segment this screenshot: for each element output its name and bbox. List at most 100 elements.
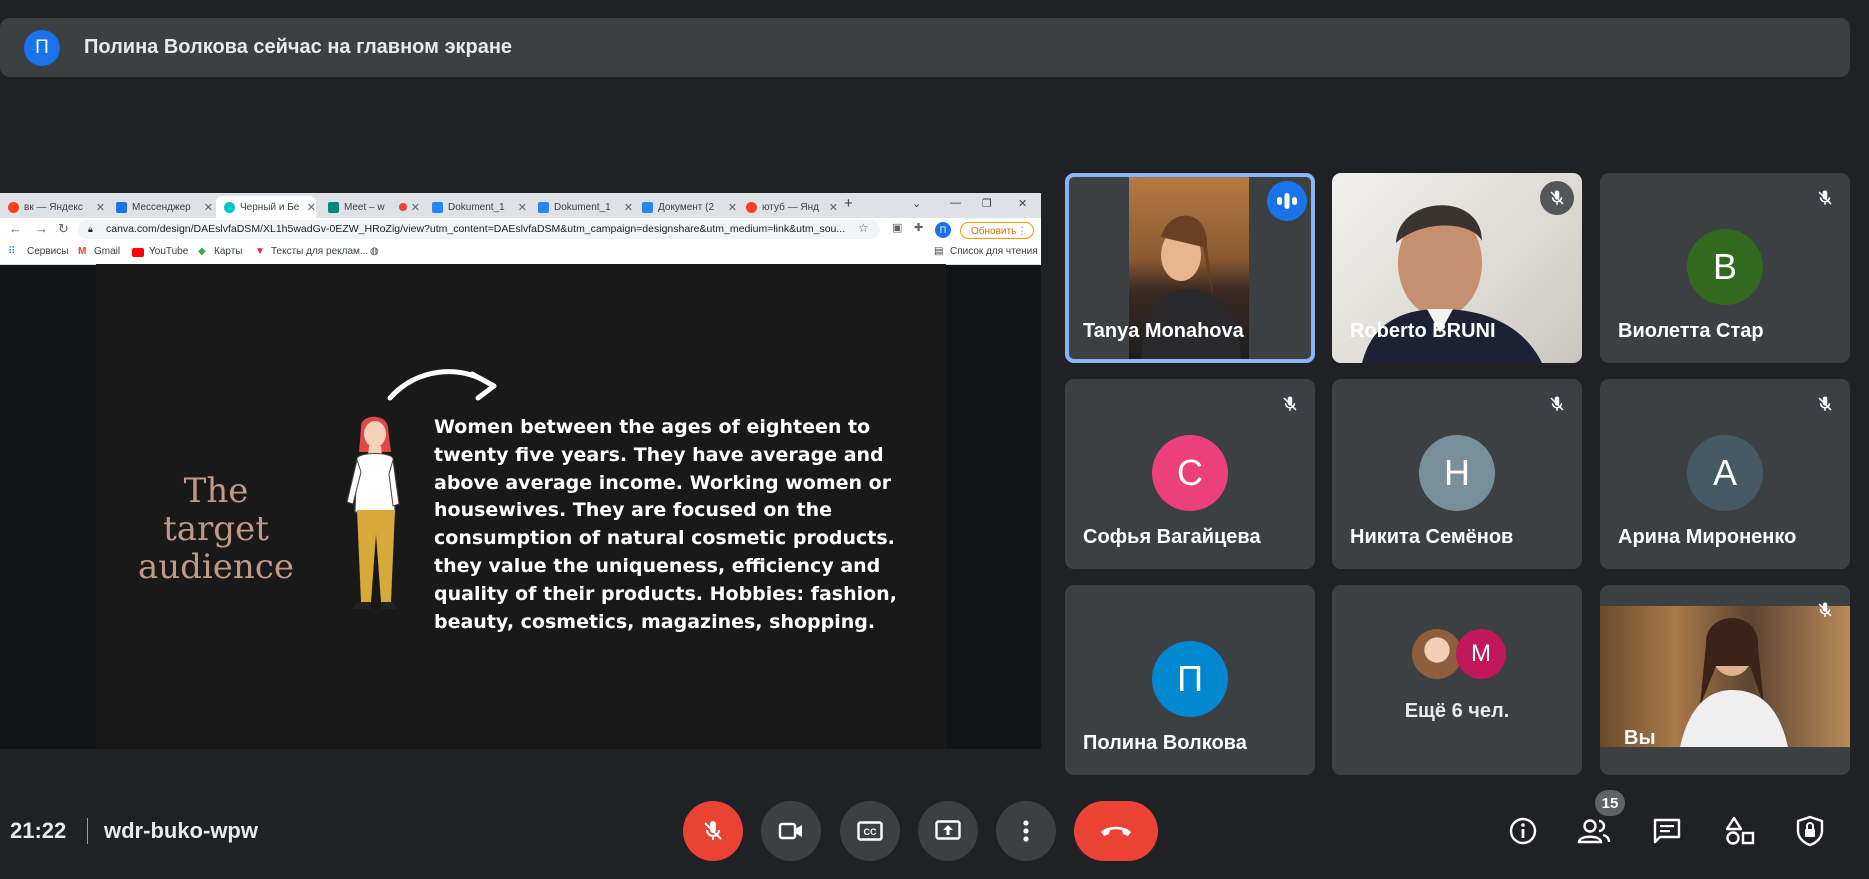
- self-tile[interactable]: Вы: [1600, 585, 1850, 775]
- mic-off-icon: [1540, 387, 1574, 421]
- profile-avatar[interactable]: П: [935, 222, 951, 238]
- reload-icon[interactable]: ↻: [58, 221, 69, 237]
- close-tab-icon[interactable]: ✕: [96, 201, 105, 214]
- shield-lock-icon: [1796, 815, 1824, 847]
- people-count-badge: 15: [1595, 790, 1625, 816]
- participant-name: Софья Вагайцева: [1083, 526, 1261, 548]
- people-button[interactable]: [1576, 813, 1612, 849]
- participant-name: Арина Мироненко: [1618, 526, 1797, 548]
- browser-tab[interactable]: Документ (2 ✕: [634, 196, 737, 218]
- chat-button[interactable]: [1649, 813, 1685, 849]
- apps-grid-icon[interactable]: ⠿: [8, 246, 15, 257]
- captions-button[interactable]: CC: [840, 801, 900, 861]
- meet-icon: [328, 201, 339, 213]
- bookmark-youtube[interactable]: YouTube: [149, 246, 188, 257]
- puzzle-icon[interactable]: ✚: [914, 221, 923, 234]
- new-tab-icon[interactable]: +: [844, 195, 853, 212]
- restore-icon[interactable]: ❐: [982, 197, 992, 210]
- present-icon: [935, 820, 961, 840]
- self-video: [1600, 606, 1850, 747]
- yandex-icon: [8, 201, 19, 213]
- browser-tab-active[interactable]: Черный и Бе ✕: [216, 196, 316, 218]
- people-icon: [1577, 819, 1611, 844]
- meeting-code: wdr-buko-wpw: [104, 818, 258, 843]
- mic-off-icon: [1808, 387, 1842, 421]
- more-participants-tile[interactable]: М Ещё 6 чел.: [1332, 585, 1582, 775]
- close-tab-icon[interactable]: ✕: [204, 201, 213, 214]
- minimize-icon[interactable]: —: [950, 197, 961, 209]
- clock: 21:22: [10, 818, 67, 843]
- participant-tile[interactable]: Н Никита Семёнов: [1332, 379, 1582, 569]
- bookmarks-bar: ⠿ Сервисы M Gmail YouTube ◆ Карты ▼ Текс…: [0, 242, 1041, 265]
- bookmark-star-icon[interactable]: ☆: [858, 221, 869, 235]
- browser-tab[interactable]: Dokument_1 ✕: [530, 196, 633, 218]
- url-field[interactable]: 🔒︎ canva.com/design/DAEslvfaDSM/XL1h5wad…: [78, 220, 880, 239]
- bookmark-gmail[interactable]: Gmail: [94, 246, 120, 257]
- slide-body-text: Women between the ages of eighteen to tw…: [434, 416, 897, 633]
- browser-tab[interactable]: вк — Яндекс ✕: [0, 196, 105, 218]
- participant-avatar-photo: [1412, 629, 1462, 679]
- yandex-icon: [746, 201, 757, 213]
- present-screen-button[interactable]: [918, 801, 978, 861]
- browser-tab[interactable]: Мессенджер ✕: [108, 196, 213, 218]
- browser-tab-bar: вк — Яндекс ✕ Мессенджер ✕ Черный и Бе ✕ Me…: [0, 193, 1041, 218]
- close-window-icon[interactable]: ✕: [1018, 197, 1027, 210]
- recording-icon: [399, 203, 407, 211]
- bookmark-maps[interactable]: Карты: [214, 246, 243, 257]
- youtube-icon: [132, 248, 144, 257]
- host-controls-button[interactable]: [1792, 813, 1828, 849]
- participant-tile[interactable]: П Полина Волкова: [1065, 585, 1315, 775]
- participant-tile[interactable]: В Виолетта Стар: [1600, 173, 1850, 363]
- gmail-icon: M: [78, 246, 87, 257]
- meeting-details-button[interactable]: [1505, 813, 1541, 849]
- participant-name: Tanya Monahova: [1083, 320, 1244, 342]
- mic-off-icon: [1540, 181, 1574, 215]
- participant-avatar: В: [1687, 229, 1763, 305]
- participant-name: Никита Семёнов: [1350, 526, 1514, 548]
- participant-name: Полина Волкова: [1083, 732, 1247, 754]
- ice-cream-icon: ▼: [255, 246, 265, 257]
- arrow-illustration: [387, 369, 497, 401]
- browser-tab[interactable]: ютуб — Янд ✕: [738, 196, 838, 218]
- close-tab-icon[interactable]: ✕: [307, 201, 316, 214]
- bookmark-ad-texts[interactable]: Тексты для реклам...: [271, 246, 368, 257]
- back-icon[interactable]: ←: [9, 221, 22, 236]
- forward-icon[interactable]: →: [35, 221, 48, 236]
- chat-icon: [1653, 818, 1681, 844]
- more-participants-label: Ещё 6 чел.: [1404, 700, 1510, 722]
- browser-tab[interactable]: Meet – w ✕: [320, 196, 420, 218]
- chevron-down-icon[interactable]: ⌄: [912, 197, 921, 210]
- extension-icon[interactable]: ▣: [892, 221, 902, 234]
- close-tab-icon[interactable]: ✕: [829, 201, 838, 214]
- more-options-button[interactable]: [996, 801, 1056, 861]
- close-tab-icon[interactable]: ✕: [624, 201, 633, 214]
- close-tab-icon[interactable]: ✕: [518, 201, 527, 214]
- participant-tile[interactable]: С Софья Вагайцева: [1065, 379, 1315, 569]
- info-icon: [1509, 817, 1537, 845]
- reading-list[interactable]: Список для чтения: [950, 246, 1038, 257]
- leave-call-button[interactable]: [1074, 801, 1158, 861]
- presenting-notice-text: Полина Волкова сейчас на главном экране: [84, 36, 513, 58]
- update-button[interactable]: Обновить ⋮: [960, 222, 1034, 239]
- close-tab-icon[interactable]: ✕: [411, 201, 420, 214]
- globe-icon[interactable]: ◍: [370, 246, 379, 257]
- divider: [87, 818, 88, 844]
- close-tab-icon[interactable]: ✕: [728, 201, 737, 214]
- participant-avatar: Н: [1419, 435, 1495, 511]
- activities-button[interactable]: [1722, 813, 1758, 849]
- mic-off-icon: [1273, 387, 1307, 421]
- speaking-indicator-icon: [1267, 181, 1307, 221]
- camera-toggle-button[interactable]: [761, 801, 821, 861]
- mic-toggle-button[interactable]: [683, 801, 743, 861]
- browser-tab[interactable]: Dokument_1 ✕: [424, 196, 527, 218]
- slide: The target audience Women between the ag…: [96, 264, 946, 749]
- participant-tile[interactable]: А Арина Мироненко: [1600, 379, 1850, 569]
- lock-icon: 🔒︎: [88, 224, 93, 234]
- address-bar: ← → ↻ 🔒︎ canva.com/design/DAEslvfaDSM/XL…: [0, 218, 1041, 242]
- mic-off-icon: [1808, 593, 1842, 627]
- screen-share[interactable]: вк — Яндекс ✕ Мессенджер ✕ Черный и Бе ✕ Me…: [0, 193, 1041, 749]
- bookmark-services[interactable]: Сервисы: [27, 246, 68, 257]
- camera-icon: [778, 822, 802, 840]
- participant-tile[interactable]: Tanya Monahova: [1065, 173, 1315, 363]
- participant-tile[interactable]: Roberto BRUNI: [1332, 173, 1582, 363]
